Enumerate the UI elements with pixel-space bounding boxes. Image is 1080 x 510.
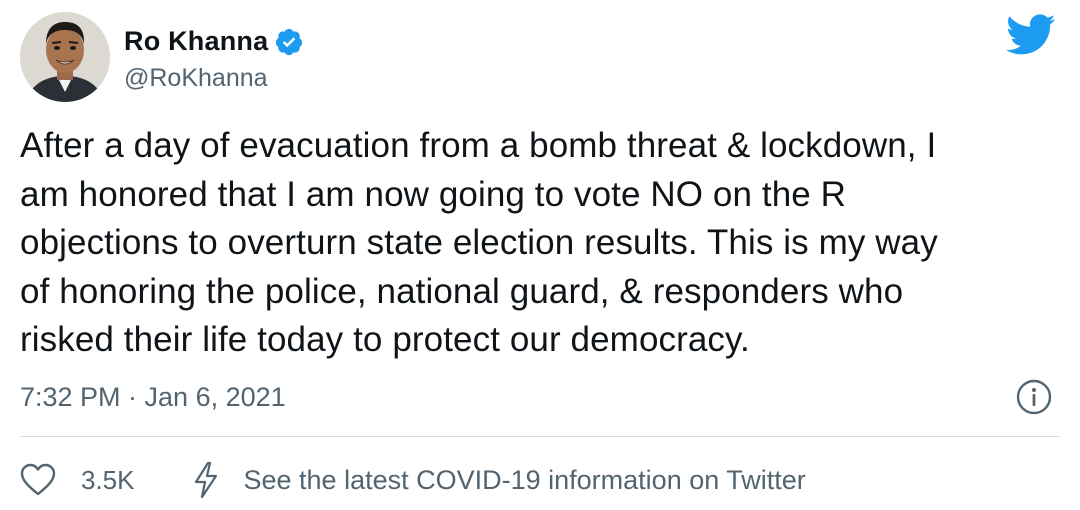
tweet-meta: 7:32 PM · Jan 6, 2021	[20, 377, 1060, 417]
tweet-text-line: risked their life today to protect our d…	[20, 320, 750, 359]
timestamp[interactable]: 7:32 PM · Jan 6, 2021	[20, 382, 286, 413]
user-handle[interactable]: @RoKhanna	[124, 64, 304, 93]
tweet-header: Ro Khanna @RoKhanna	[20, 12, 304, 102]
covid-info-link[interactable]: See the latest COVID-19 information on T…	[244, 465, 806, 496]
user-names: Ro Khanna @RoKhanna	[124, 22, 304, 93]
tweet-actions: 3.5K See the latest COVID-19 information…	[20, 458, 806, 502]
tweet-text-line: of honoring the police, national guard, …	[20, 271, 904, 311]
profile-photo-icon	[20, 12, 110, 102]
tweet-text-line: After a day of evacuation from a bomb th…	[20, 126, 937, 165]
tweet-text-line: objections to overturn state election re…	[20, 223, 938, 262]
verified-badge-icon	[274, 27, 304, 57]
heart-icon[interactable]	[20, 463, 56, 497]
tweet-text: After a day of evacuation from a bomb th…	[20, 122, 1060, 365]
twitter-bird-icon[interactable]	[1006, 14, 1056, 56]
divider	[20, 436, 1060, 437]
name-row: Ro Khanna	[124, 22, 304, 62]
like-count[interactable]: 3.5K	[81, 465, 135, 496]
tweet-card: Ro Khanna @RoKhanna After a day of evacu…	[0, 0, 1080, 510]
display-name[interactable]: Ro Khanna	[124, 26, 268, 57]
info-icon[interactable]	[1016, 379, 1052, 415]
tweet-text-line: am honored that I am now going to vote N…	[20, 174, 847, 214]
lightning-bolt-icon[interactable]	[193, 461, 219, 499]
avatar[interactable]	[20, 12, 110, 102]
